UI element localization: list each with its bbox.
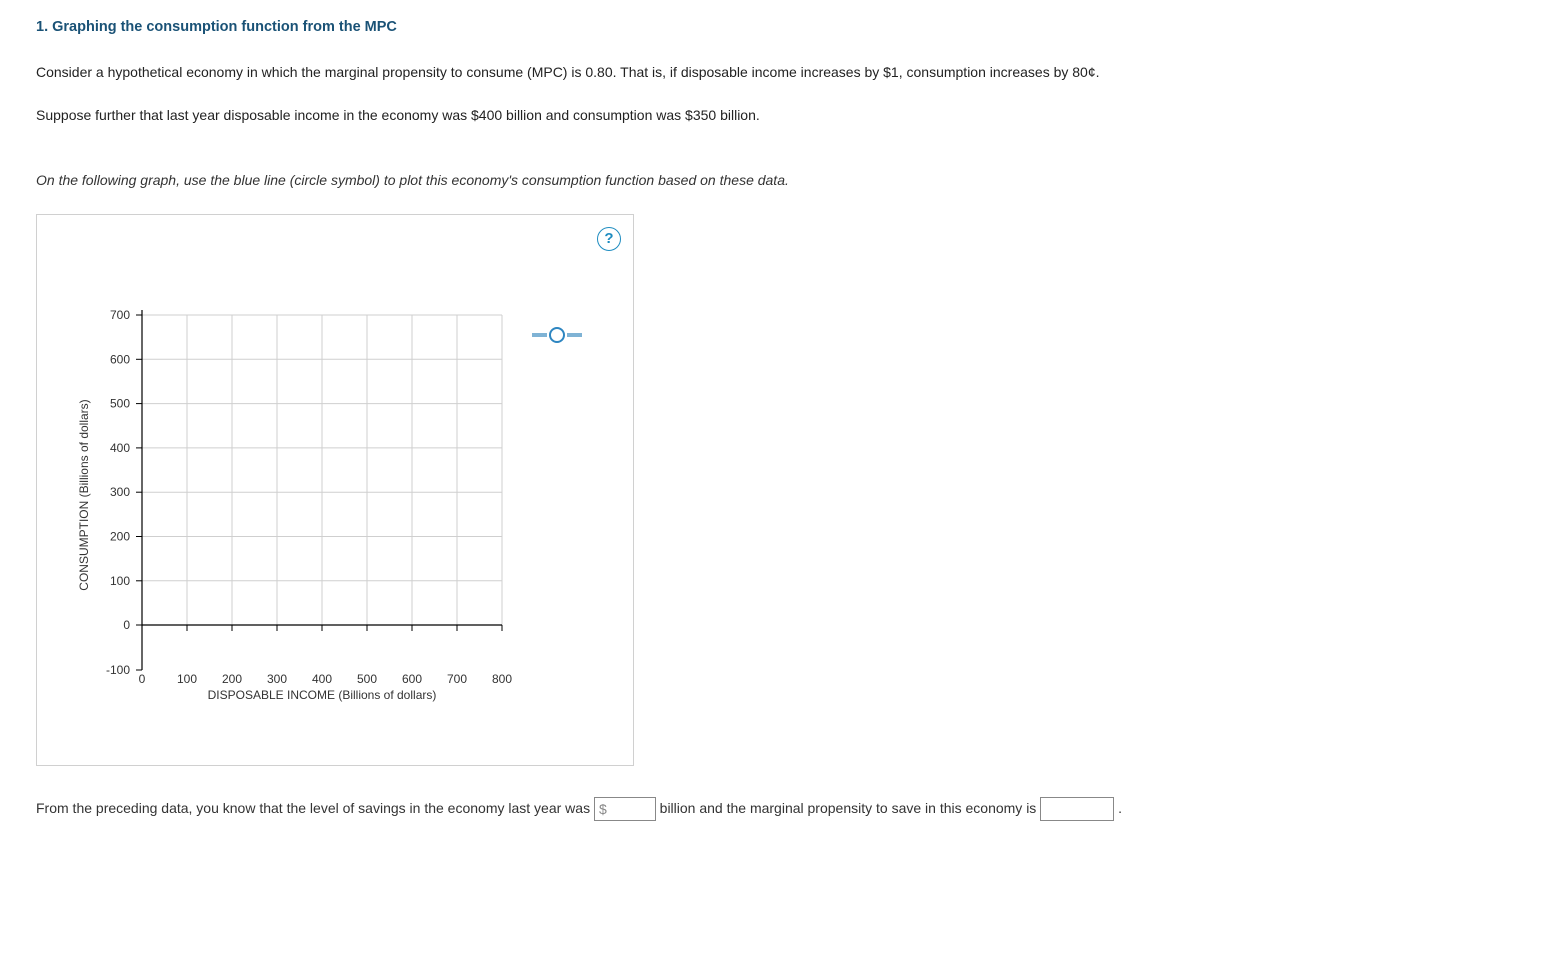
line-segment-icon <box>532 333 547 337</box>
svg-text:800: 800 <box>492 672 512 686</box>
help-icon: ? <box>604 225 613 252</box>
savings-input[interactable] <box>607 798 651 820</box>
line-segment-icon <box>567 333 582 337</box>
graph-instruction: On the following graph, use the blue lin… <box>36 168 1533 193</box>
svg-text:0: 0 <box>139 672 146 686</box>
paragraph-1: Consider a hypothetical economy in which… <box>36 60 1533 85</box>
svg-text:200: 200 <box>222 672 242 686</box>
svg-text:700: 700 <box>447 672 467 686</box>
svg-text:600: 600 <box>402 672 422 686</box>
svg-text:300: 300 <box>110 485 130 499</box>
question-text-pre: From the preceding data, you know that t… <box>36 800 594 816</box>
y-tick-labels: 700 600 500 400 300 200 100 0 -100 <box>106 308 130 677</box>
svg-text:500: 500 <box>110 396 130 410</box>
svg-text:100: 100 <box>177 672 197 686</box>
svg-text:700: 700 <box>110 308 130 322</box>
x-tick-labels: 0 100 200 300 400 500 600 700 800 <box>139 672 513 686</box>
svg-text:500: 500 <box>357 672 377 686</box>
svg-text:400: 400 <box>312 672 332 686</box>
x-ticks <box>142 625 502 631</box>
savings-input-wrap: $ <box>594 797 656 821</box>
svg-text:-100: -100 <box>106 663 130 677</box>
chart-svg[interactable]: 700 600 500 400 300 200 100 0 -100 0 100… <box>142 315 502 670</box>
question-title: 1. Graphing the consumption function fro… <box>36 0 1533 48</box>
svg-text:200: 200 <box>110 529 130 543</box>
help-button[interactable]: ? <box>597 227 621 251</box>
x-axis-label: DISPOSABLE INCOME (Billions of dollars) <box>208 688 437 702</box>
fill-in-question: From the preceding data, you know that t… <box>36 794 1533 822</box>
svg-text:100: 100 <box>110 573 130 587</box>
graph-panel: ? <box>36 214 634 766</box>
paragraph-2: Suppose further that last year disposabl… <box>36 103 1533 128</box>
svg-text:600: 600 <box>110 352 130 366</box>
grid-vertical <box>187 315 502 625</box>
svg-text:0: 0 <box>123 618 130 632</box>
y-ticks <box>136 315 142 670</box>
currency-symbol: $ <box>599 801 607 817</box>
circle-point-icon <box>549 327 565 343</box>
mps-input[interactable] <box>1040 797 1114 821</box>
svg-text:300: 300 <box>267 672 287 686</box>
y-axis-label: CONSUMPTION (Billions of dollars) <box>77 399 91 590</box>
consumption-function-tool[interactable] <box>532 327 582 343</box>
svg-text:400: 400 <box>110 441 130 455</box>
question-text-end: . <box>1118 800 1122 816</box>
question-text-mid: billion and the marginal propensity to s… <box>660 800 1041 816</box>
